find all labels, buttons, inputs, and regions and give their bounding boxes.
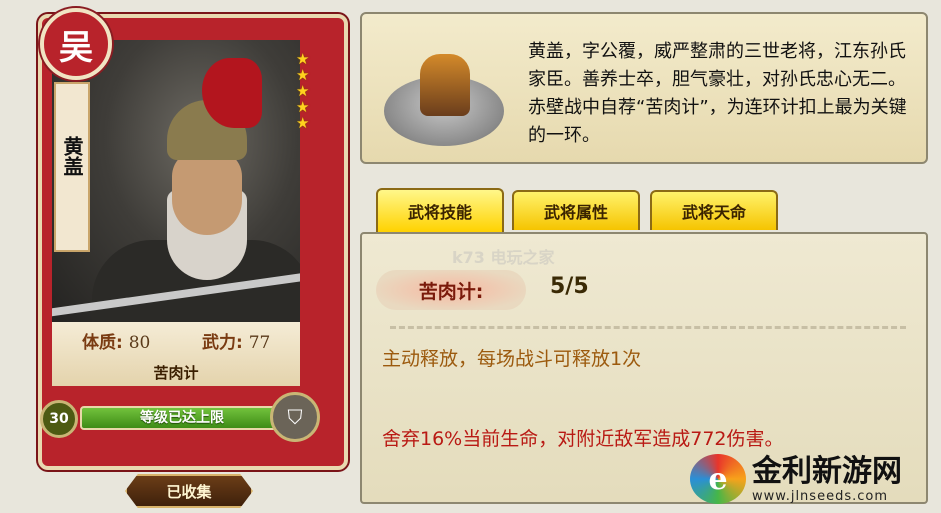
constitution-value: 80 <box>128 333 151 353</box>
star-icon: ★ <box>296 98 310 116</box>
general-name: 黄盖 <box>60 136 84 176</box>
skill-type: 主动释放，每场战斗可释放1次 <box>382 348 642 370</box>
site-name: 金利新游网 <box>752 453 902 489</box>
general-description: 黄盖，字公覆，威严整肃的三世老将，江东孙氏家臣。善养士卒，胆气豪壮，对孙氏忠心无… <box>528 41 907 146</box>
card-skill-name: 苦肉计 <box>153 364 199 382</box>
star-icon: ★ <box>296 66 310 84</box>
star-icon: ★ <box>296 82 310 100</box>
site-watermark: e 金利新游网 www.jlnseeds.com <box>690 448 936 510</box>
faction-badge: 吴 <box>40 8 112 80</box>
collected-button[interactable]: 已收集 <box>125 474 253 508</box>
site-logo-icon: e <box>690 454 746 504</box>
power-label: 武力: <box>202 333 243 353</box>
shield-icon: ⛉ <box>287 405 303 429</box>
skill-level: 5/5 <box>550 274 589 299</box>
card-stats: 体质: 80 武力: 77 苦肉计 <box>52 322 300 386</box>
general-name-banner: 黄盖 <box>54 82 90 252</box>
k73-watermark: k73 电玩之家 <box>452 248 555 267</box>
constitution-label: 体质: <box>82 333 123 353</box>
unit-figure-icon <box>420 54 470 116</box>
stat-constitution: 体质: 80 <box>82 328 150 353</box>
star-icon: ★ <box>296 50 310 68</box>
tab-attributes[interactable]: 武将属性 <box>512 190 640 230</box>
level-status: 等级已达上限 <box>80 406 284 430</box>
portrait-face <box>172 150 242 235</box>
portrait-plume <box>202 58 262 128</box>
star-icon: ★ <box>296 114 310 132</box>
stat-power: 武力: 77 <box>202 328 270 353</box>
skill-effect: 舍弃16%当前生命，对附近敌军造成772伤害。 <box>382 428 784 450</box>
tab-destiny[interactable]: 武将天命 <box>650 190 778 230</box>
card-level-row: 等级已达上限 30 ⛉ <box>40 392 320 442</box>
divider <box>390 326 906 329</box>
level-number: 30 <box>40 400 78 438</box>
tab-skills[interactable]: 武将技能 <box>376 188 504 232</box>
power-value: 77 <box>248 333 271 353</box>
site-url: www.jlnseeds.com <box>752 488 888 504</box>
shield-button[interactable]: ⛉ <box>270 392 320 442</box>
skill-name: 苦肉计: <box>376 270 526 310</box>
star-rating: ★ ★ ★ ★ ★ <box>296 52 312 131</box>
description-panel: 黄盖，字公覆，威严整肃的三世老将，江东孙氏家臣。善养士卒，胆气豪壮，对孙氏忠心无… <box>360 12 928 164</box>
